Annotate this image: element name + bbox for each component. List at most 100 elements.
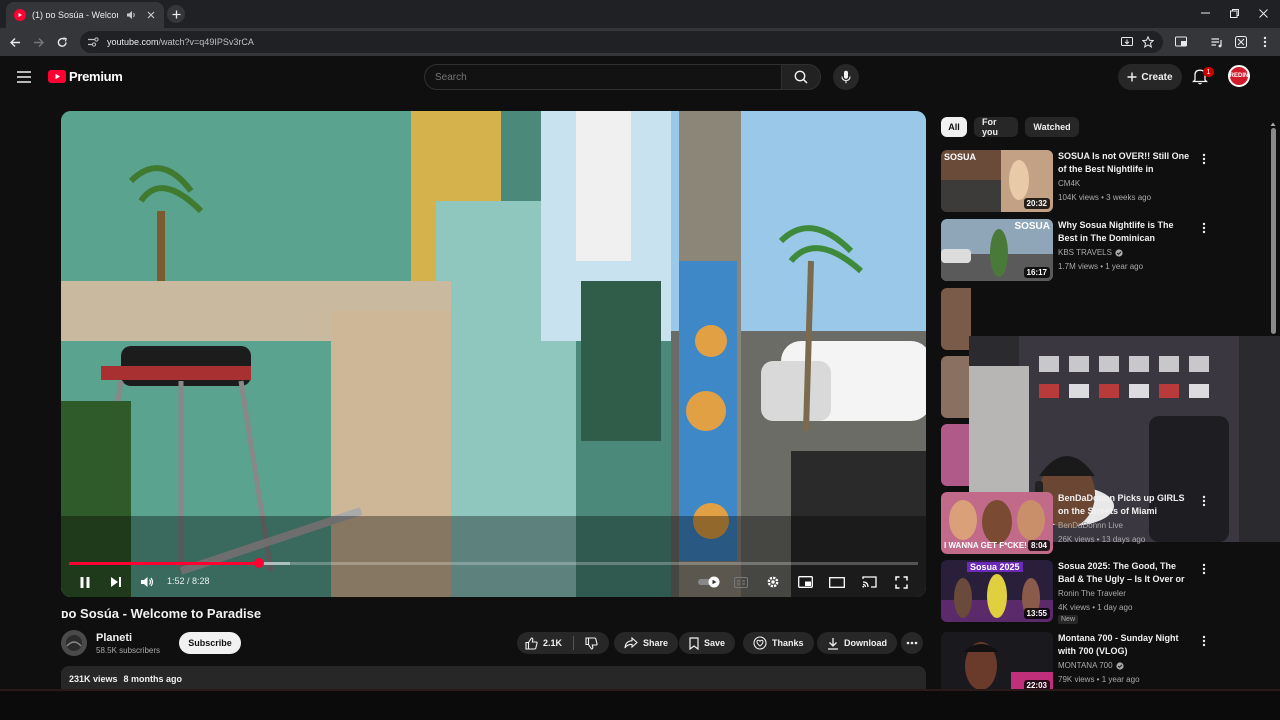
subtitles-icon[interactable] <box>732 573 750 591</box>
dislike-button[interactable] <box>577 632 606 654</box>
menu-hamburger-icon[interactable] <box>16 70 32 84</box>
chip-for-you[interactable]: For you <box>974 117 1018 137</box>
rec-title[interactable]: Montana 700 - Sunday Night with 700 (VLO… <box>1058 632 1193 658</box>
browser-tab[interactable]: (1) ᴅᴏ Sosúa - Welcome to <box>6 2 164 28</box>
video-title: ᴅᴏ Sosúa - Welcome to Paradise <box>61 606 262 621</box>
account-avatar[interactable]: REDIN <box>1228 65 1250 87</box>
video-thumbnail[interactable]: 22:03 <box>941 632 1053 694</box>
thanks-button[interactable]: Thanks <box>743 632 814 654</box>
video-duration: 20:32 <box>1023 198 1050 209</box>
progress-bar[interactable] <box>69 562 918 565</box>
install-app-icon[interactable] <box>1119 34 1135 50</box>
recommendation-item[interactable]: SOSUA 20:32 SOSUA Is not OVER!! Still On… <box>941 150 1241 212</box>
search-input[interactable] <box>424 64 782 90</box>
minimize-icon[interactable] <box>1194 4 1216 22</box>
like-button[interactable]: 2.1K <box>517 632 570 654</box>
rec-menu-icon[interactable] <box>1199 221 1209 235</box>
reload-icon[interactable] <box>54 34 70 50</box>
video-thumbnail[interactable]: I WANNA GET F*CKE! 8:04 <box>941 492 1053 554</box>
video-player[interactable]: 1:52 / 8:28 <box>61 111 926 597</box>
volume-icon[interactable] <box>138 573 156 591</box>
create-label: Create <box>1141 71 1173 83</box>
rec-meta: 1.7M views • 1 year ago <box>1058 262 1144 271</box>
rec-channel[interactable]: MONTANA 700 <box>1058 661 1124 670</box>
like-dislike-group: 2.1K <box>517 632 609 654</box>
miniplayer-icon[interactable] <box>796 573 814 591</box>
more-actions-button[interactable] <box>901 632 923 654</box>
video-thumbnail[interactable] <box>941 356 971 418</box>
rec-channel[interactable]: CM4K <box>1058 179 1080 188</box>
rec-menu-icon[interactable] <box>1199 562 1209 576</box>
upload-age: 8 months ago <box>123 674 183 684</box>
video-thumbnail[interactable] <box>941 288 971 350</box>
next-video-icon[interactable] <box>107 573 125 591</box>
rec-channel[interactable]: BenDaDonnn Live <box>1058 521 1123 530</box>
video-thumbnail[interactable]: SOSUA 16:17 <box>941 219 1053 281</box>
more-horizontal-icon <box>906 641 918 645</box>
thumbs-up-icon <box>525 636 538 650</box>
rec-meta: 104K views • 3 weeks ago <box>1058 193 1152 202</box>
pause-icon[interactable] <box>76 573 94 591</box>
like-count: 2.1K <box>543 638 563 648</box>
youtube-logo[interactable]: Premium <box>48 69 123 84</box>
autoplay-toggle-icon[interactable] <box>698 573 722 591</box>
address-bar[interactable]: youtube.com/watch?v=q49IPSv3rCA <box>80 31 1163 53</box>
browser-menu-icon[interactable] <box>1257 34 1273 50</box>
bookmark-star-icon[interactable] <box>1140 34 1156 50</box>
rec-menu-icon[interactable] <box>1199 634 1209 648</box>
save-button[interactable]: Save <box>679 632 736 654</box>
notification-badge: 1 <box>1203 67 1214 77</box>
rec-menu-icon[interactable] <box>1199 152 1209 166</box>
close-window-icon[interactable] <box>1252 4 1274 22</box>
voice-search-button[interactable] <box>833 64 859 90</box>
create-button[interactable]: Create <box>1118 64 1182 90</box>
settings-gear-icon[interactable] <box>764 573 782 591</box>
thanks-icon <box>753 636 767 650</box>
new-tab-button[interactable] <box>167 5 185 23</box>
rec-menu-icon[interactable] <box>1199 494 1209 508</box>
scrollbar-thumb[interactable] <box>1271 128 1276 334</box>
tab-audio-icon[interactable] <box>124 8 138 22</box>
video-thumbnail[interactable]: Sosua 2025 13:55 <box>941 560 1053 622</box>
rec-title[interactable]: BenDaDonnn Picks up GIRLS on the Streets… <box>1058 492 1193 518</box>
video-thumbnail[interactable] <box>941 424 971 486</box>
channel-name[interactable]: Planeti <box>96 632 132 644</box>
taskbar <box>0 689 1280 720</box>
recommendation-item[interactable]: 22:03 Montana 700 - Sunday Night with 70… <box>941 632 1241 694</box>
restore-icon[interactable] <box>1223 4 1245 22</box>
rec-channel[interactable]: Ronin The Traveler <box>1058 589 1126 598</box>
profile-extension-icon[interactable] <box>1233 34 1249 50</box>
subscribe-button[interactable]: Subscribe <box>179 632 241 654</box>
forward-icon[interactable] <box>30 34 46 50</box>
channel-avatar[interactable] <box>61 630 87 656</box>
verified-icon <box>1115 661 1124 670</box>
recommendation-item[interactable]: Sosua 2025 13:55 Sosua 2025: The Good, T… <box>941 560 1241 624</box>
subscriber-count: 58.5K subscribers <box>96 646 161 655</box>
rec-title[interactable]: SOSUA Is not OVER!! Still One of the Bes… <box>1058 150 1193 176</box>
view-count: 231K views <box>69 674 118 684</box>
rec-title[interactable]: Why Sosua Nightlife is The Best in The D… <box>1058 219 1193 245</box>
rec-title[interactable]: Sosua 2025: The Good, The Bad & The Ugly… <box>1058 560 1193 586</box>
download-label: Download <box>844 638 887 648</box>
site-info-icon[interactable] <box>88 37 99 47</box>
tab-close-icon[interactable] <box>144 8 158 22</box>
share-button[interactable]: Share <box>614 632 679 654</box>
back-icon[interactable] <box>7 34 23 50</box>
search-button[interactable] <box>781 64 821 90</box>
chip-all[interactable]: All <box>941 117 967 137</box>
download-button[interactable]: Download <box>817 632 897 654</box>
recommendation-item[interactable]: SOSUA 16:17 Why Sosua Nightlife is The B… <box>941 219 1241 281</box>
media-control-icon[interactable] <box>1209 34 1225 50</box>
video-thumbnail[interactable]: SOSUA 20:32 <box>941 150 1053 212</box>
extension-icon[interactable] <box>1173 34 1189 50</box>
cast-icon[interactable] <box>860 573 878 591</box>
chip-watched[interactable]: Watched <box>1025 117 1079 137</box>
logo-text: Premium <box>69 69 123 84</box>
share-icon <box>624 637 638 649</box>
rec-channel[interactable]: KBS TRAVELS <box>1058 248 1123 257</box>
search-icon <box>794 70 808 84</box>
url-text: youtube.com/watch?v=q49IPSv3rCA <box>107 37 254 47</box>
fullscreen-icon[interactable] <box>892 573 910 591</box>
recommendation-item[interactable]: I WANNA GET F*CKE! 8:04 BenDaDonnn Picks… <box>941 492 1241 554</box>
theater-mode-icon[interactable] <box>828 573 846 591</box>
